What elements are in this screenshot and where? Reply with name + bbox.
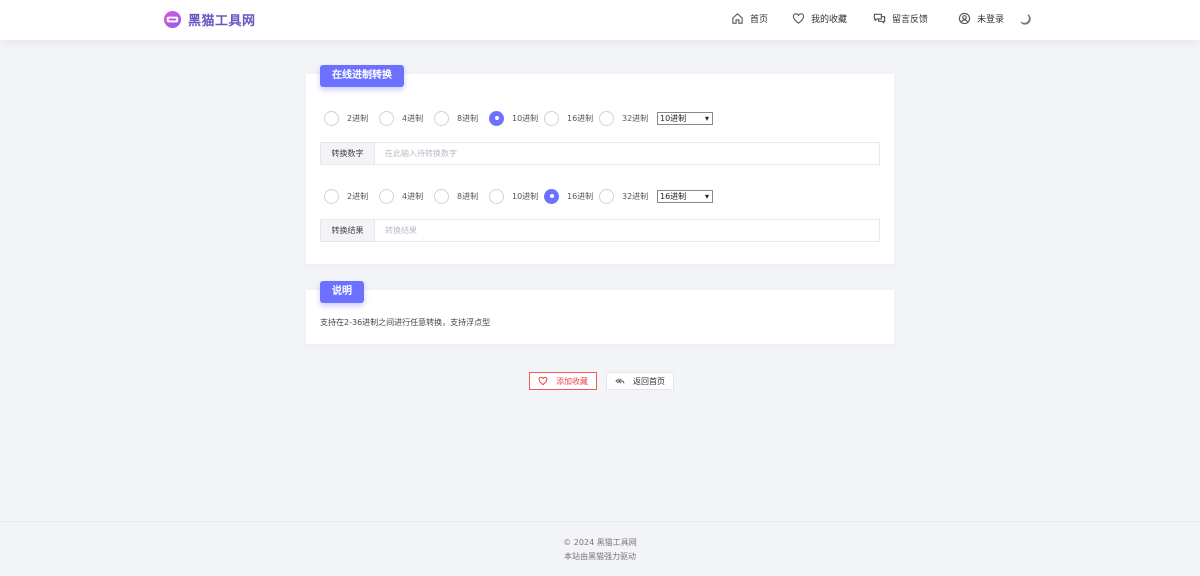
user-icon <box>958 12 971 25</box>
converter-title: 在线进制转换 <box>320 65 404 87</box>
input-radio-10[interactable]: 10进制 <box>489 110 544 126</box>
radio-label: 10进制 <box>512 113 539 123</box>
nav-login[interactable]: 未登录 <box>958 12 1004 25</box>
chevron-down-icon: ▾ <box>704 191 709 201</box>
radio-circle[interactable] <box>489 188 504 204</box>
input-radio-32[interactable]: 32进制 <box>599 110 654 126</box>
output-radio-10[interactable]: 10进制 <box>489 188 544 204</box>
radio-circle-checked[interactable] <box>544 188 559 204</box>
description-card: 说明 支持在2-36进制之间进行任意转换，支持浮点型 <box>306 281 894 344</box>
back-home-button[interactable]: 返回首页 <box>606 372 674 390</box>
site-name: 黑猫工具网 <box>188 14 256 29</box>
input-radio-16[interactable]: 16进制 <box>544 110 599 126</box>
radio-circle[interactable] <box>434 110 449 126</box>
radio-circle[interactable] <box>324 110 339 126</box>
heart-icon <box>538 376 548 386</box>
description-title: 说明 <box>320 281 364 303</box>
radio-label: 8进制 <box>457 191 479 201</box>
nav-home-label: 首页 <box>750 15 769 25</box>
chat-icon <box>873 13 886 24</box>
footer-powered: 本站由黑猫强力驱动 <box>564 552 636 561</box>
output-radio-2[interactable]: 2进制 <box>324 188 379 204</box>
input-base-select[interactable]: 10进制 ▾ <box>657 111 713 125</box>
output-base-select[interactable]: 16进制 ▾ <box>657 189 713 203</box>
footer-divider <box>0 521 1200 522</box>
input-radio-8[interactable]: 8进制 <box>434 110 489 126</box>
radio-label: 2进制 <box>347 113 369 123</box>
output-radio-16[interactable]: 16进制 <box>544 188 599 204</box>
nav-favorites-label: 我的收藏 <box>811 15 848 25</box>
radio-circle[interactable] <box>379 188 394 204</box>
radio-label: 32进制 <box>622 191 649 201</box>
radio-label: 4进制 <box>402 191 424 201</box>
radio-circle[interactable] <box>599 110 614 126</box>
output-radio-4[interactable]: 4进制 <box>379 188 434 204</box>
footer-copyright: © 2024 黑猫工具网 <box>563 538 637 547</box>
radio-label: 8进制 <box>457 113 479 123</box>
radio-label: 4进制 <box>402 113 424 123</box>
radio-circle[interactable] <box>324 188 339 204</box>
output-result[interactable] <box>375 220 879 241</box>
input-radio-2[interactable]: 2进制 <box>324 110 379 126</box>
back-home-label: 返回首页 <box>633 376 665 386</box>
radio-label: 2进制 <box>347 191 369 201</box>
radio-label: 32进制 <box>622 113 649 123</box>
cat-logo-icon <box>163 10 182 29</box>
output-base-group: 2进制 4进制 8进制 10进制 16进制 32进制 16进制 ▾ <box>324 188 713 204</box>
output-result-field: 转换结果 <box>320 219 880 242</box>
nav-feedback[interactable]: 留言反馈 <box>873 12 928 25</box>
description-text: 支持在2-36进制之间进行任意转换，支持浮点型 <box>320 318 491 327</box>
radio-circle[interactable] <box>599 188 614 204</box>
add-favorite-button[interactable]: 添加收藏 <box>529 372 597 390</box>
radio-label: 10进制 <box>512 191 539 201</box>
site-logo[interactable]: 黑猫工具网 <box>163 10 256 29</box>
converter-card: 在线进制转换 2进制 4进制 8进制 10进制 16进制 32进制 10进制 ▾ <box>306 65 894 264</box>
nav-login-label: 未登录 <box>977 15 1005 25</box>
input-number-label: 转换数字 <box>321 143 375 164</box>
radio-circle[interactable] <box>434 188 449 204</box>
radio-label: 16进制 <box>567 191 594 201</box>
output-radio-32[interactable]: 32进制 <box>599 188 654 204</box>
nav-feedback-label: 留言反馈 <box>892 15 929 25</box>
input-number[interactable] <box>375 143 879 164</box>
input-radio-4[interactable]: 4进制 <box>379 110 434 126</box>
home-icon <box>732 13 743 24</box>
select-value: 16进制 <box>660 191 687 201</box>
heart-icon <box>792 13 805 24</box>
moon-icon[interactable] <box>1019 13 1032 26</box>
select-value: 10进制 <box>660 113 687 123</box>
add-favorite-label: 添加收藏 <box>556 376 588 386</box>
radio-circle[interactable] <box>544 110 559 126</box>
output-result-label: 转换结果 <box>321 220 375 241</box>
input-base-group: 2进制 4进制 8进制 10进制 16进制 32进制 10进制 ▾ <box>324 110 713 126</box>
nav-favorites[interactable]: 我的收藏 <box>792 12 847 25</box>
chevron-down-icon: ▾ <box>704 113 709 123</box>
input-number-field: 转换数字 <box>320 142 880 165</box>
top-header: 黑猫工具网 首页 我的收藏 留言反馈 未登录 <box>0 0 1200 40</box>
radio-label: 16进制 <box>567 113 594 123</box>
nav-home[interactable]: 首页 <box>731 12 768 25</box>
output-radio-8[interactable]: 8进制 <box>434 188 489 204</box>
radio-circle[interactable] <box>379 110 394 126</box>
reply-arrow-icon <box>615 378 625 384</box>
radio-circle-checked[interactable] <box>489 110 504 126</box>
